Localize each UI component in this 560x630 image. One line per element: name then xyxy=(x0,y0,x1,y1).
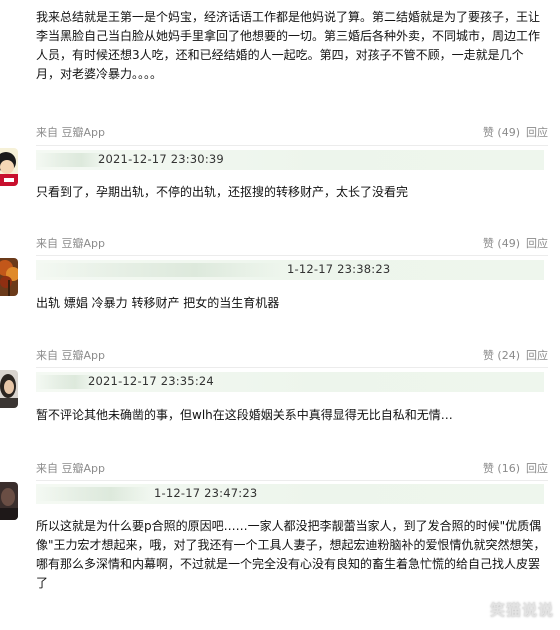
comment-3-text: 出轨 嫖娼 冷暴力 转移财产 把女的当生育机器 xyxy=(36,296,280,310)
comment-actions: 赞 (16) 回应 xyxy=(483,460,548,476)
like-button[interactable]: 赞 (16) xyxy=(483,460,520,476)
like-button[interactable]: 赞 (24) xyxy=(483,347,520,363)
avatar[interactable] xyxy=(0,258,18,296)
comment-meta: 2021-12-17 23:35:24 xyxy=(36,372,544,392)
comment-1-text: 我来总结就是王第一是个妈宝，经济话语工作都是他妈说了算。第二结婚就是为了要孩子，… xyxy=(36,10,541,81)
comment-5-text: 所以这就是为什么要p合照的原因吧……一家人都没把李靓蕾当家人，到了发合照的时候"… xyxy=(36,519,546,590)
reply-button[interactable]: 回应 xyxy=(526,347,548,363)
comment-4: 2021-12-17 23:35:24 暂不评论其他未确凿的事，但wlh在这段婚… xyxy=(0,370,560,481)
avatar-portrait-icon xyxy=(0,370,18,408)
comment-source: 来自 豆瓣App xyxy=(36,126,105,139)
username-redacted xyxy=(36,153,106,167)
comment-actions: 赞 (24) 回应 xyxy=(483,347,548,363)
comment-actions: 赞 (49) 回应 xyxy=(483,124,548,140)
avatar-cartoon-icon xyxy=(0,148,18,186)
comment-3: 1-12-17 23:38:23 出轨 嫖娼 冷暴力 转移财产 把女的当生育机器… xyxy=(0,258,560,370)
username-redacted xyxy=(36,375,96,389)
watermark: 笑猫说说 xyxy=(489,601,554,619)
avatar[interactable] xyxy=(0,482,18,520)
comment-3-footer: 来自 豆瓣App 赞 (24) 回应 xyxy=(36,347,548,363)
comment-1: 我来总结就是王第一是个妈宝，经济话语工作都是他妈说了算。第二结婚就是为了要孩子，… xyxy=(0,0,560,150)
avatar[interactable] xyxy=(0,148,18,186)
comment-source: 来自 豆瓣App xyxy=(36,237,105,250)
comment-1-footer: 来自 豆瓣App 赞 (49) 回应 xyxy=(36,124,548,140)
divider xyxy=(36,255,548,256)
comment-actions: 赞 (49) 回应 xyxy=(483,235,548,251)
divider xyxy=(36,145,548,146)
comment-source: 来自 豆瓣App xyxy=(36,349,105,362)
comment-2-footer: 来自 豆瓣App 赞 (49) 回应 xyxy=(36,235,548,251)
comment-5: 1-12-17 23:47:23 所以这就是为什么要p合照的原因吧……一家人都没… xyxy=(0,482,560,630)
comment-4-text: 暂不评论其他未确凿的事，但wlh在这段婚姻关系中真得显得无比自私和无情… xyxy=(36,408,453,422)
like-button[interactable]: 赞 (49) xyxy=(483,124,520,140)
comment-2-text: 只看到了，孕期出轨，不停的出轨，还抠搜的转移财产，太长了没看完 xyxy=(36,185,409,199)
comment-timestamp: 2021-12-17 23:30:39 xyxy=(98,152,224,166)
avatar-autumn-tree-icon xyxy=(0,258,18,296)
divider xyxy=(36,367,548,368)
comment-timestamp: 1-12-17 23:38:23 xyxy=(287,262,391,276)
comment-timestamp: 2021-12-17 23:35:24 xyxy=(88,374,214,388)
reply-button[interactable]: 回应 xyxy=(526,124,548,140)
avatar-dark-photo-icon xyxy=(0,482,18,520)
comment-source: 来自 豆瓣App xyxy=(36,462,105,475)
username-redacted xyxy=(36,487,151,501)
comment-4-footer: 来自 豆瓣App 赞 (16) 回应 xyxy=(36,460,548,476)
like-button[interactable]: 赞 (49) xyxy=(483,235,520,251)
comment-meta: 1-12-17 23:38:23 xyxy=(36,260,544,280)
divider xyxy=(36,480,548,481)
reply-button[interactable]: 回应 xyxy=(526,235,548,251)
comment-2: 2021-12-17 23:30:39 只看到了，孕期出轨，不停的出轨，还抠搜的… xyxy=(0,148,560,258)
username-redacted xyxy=(36,263,281,277)
comment-meta: 1-12-17 23:47:23 xyxy=(36,484,544,504)
comment-timestamp: 1-12-17 23:47:23 xyxy=(154,486,258,500)
avatar[interactable] xyxy=(0,370,18,408)
reply-button[interactable]: 回应 xyxy=(526,460,548,476)
comment-meta: 2021-12-17 23:30:39 xyxy=(36,150,544,170)
